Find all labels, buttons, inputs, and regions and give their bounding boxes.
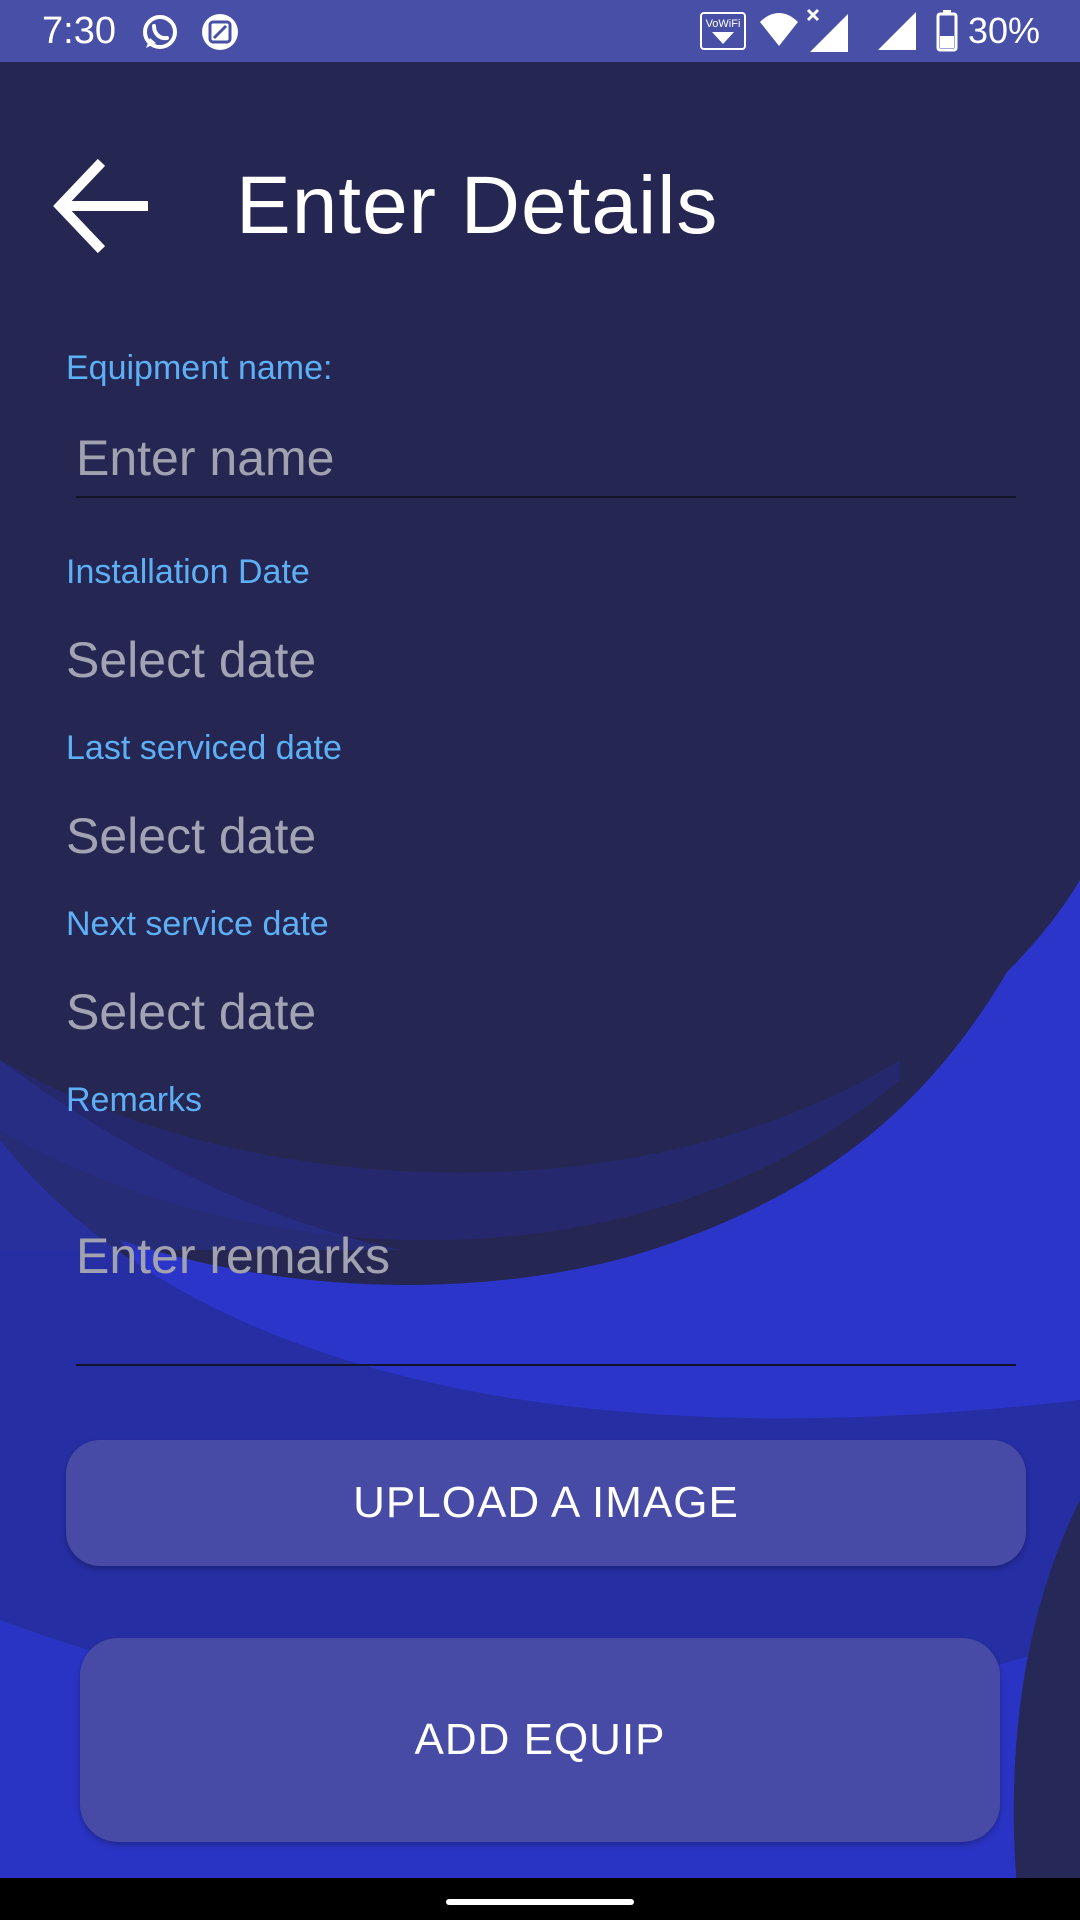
cellular-no-data-icon xyxy=(806,8,848,52)
status-bar: 7:30 VoWiFi 30% xyxy=(0,0,1080,62)
vowifi-icon: VoWiFi xyxy=(700,12,746,50)
background-waves xyxy=(0,0,1080,1920)
page-title: Enter Details xyxy=(236,160,719,251)
next-service-date-select[interactable]: Select date xyxy=(66,982,316,1042)
installation-date-select[interactable]: Select date xyxy=(66,630,316,690)
battery-percent: 30% xyxy=(968,10,1041,51)
remarks-label: Remarks xyxy=(66,1081,203,1119)
wifi-icon xyxy=(760,13,798,46)
battery-icon xyxy=(936,10,958,52)
back-button[interactable] xyxy=(50,156,160,256)
navigation-bar xyxy=(0,1878,1080,1920)
equipment-name-label: Equipment name: xyxy=(66,349,333,387)
home-gesture-handle[interactable] xyxy=(446,1899,634,1905)
equipment-name-input[interactable] xyxy=(76,420,1016,498)
cellular-icon xyxy=(878,12,916,50)
screenshot-icon xyxy=(202,14,238,50)
whatsapp-icon xyxy=(143,15,177,49)
remarks-input[interactable] xyxy=(76,1220,1016,1366)
next-service-date-label: Next service date xyxy=(66,905,329,943)
arrow-back-icon xyxy=(53,158,148,254)
add-equip-button[interactable]: ADD EQUIP xyxy=(80,1638,1000,1842)
upload-image-button[interactable]: UPLOAD A IMAGE xyxy=(66,1440,1026,1566)
installation-date-label: Installation Date xyxy=(66,553,310,591)
last-serviced-date-label: Last serviced date xyxy=(66,729,342,767)
status-time: 7:30 xyxy=(42,10,116,52)
last-serviced-date-select[interactable]: Select date xyxy=(66,806,316,866)
vowifi-label: VoWiFi xyxy=(706,18,741,30)
